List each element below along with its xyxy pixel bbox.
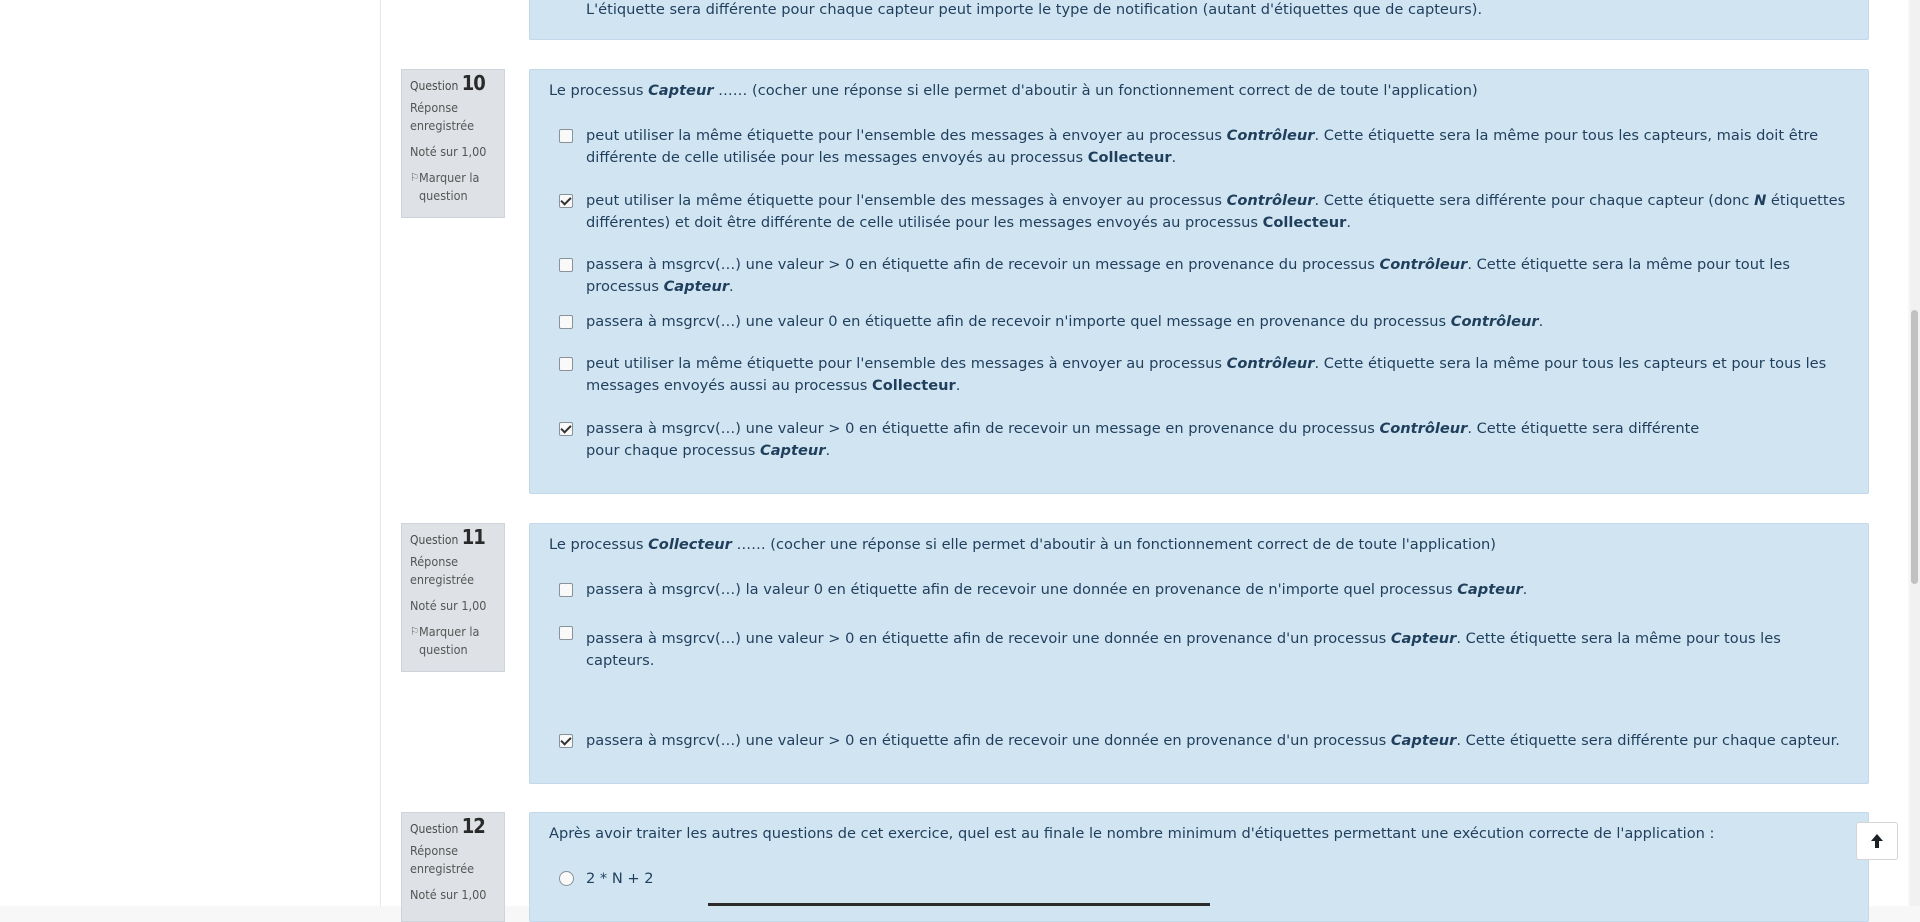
option-label: peut utiliser la même étiquette pour l'e… xyxy=(586,355,1827,394)
question-state: Réponse enregistrée xyxy=(410,100,475,133)
question-10-formulation: Le processus Capteur …… (cocher une répo… xyxy=(529,69,1869,494)
checkbox[interactable] xyxy=(559,626,573,640)
question-grade: Noté sur 1,00 xyxy=(410,887,487,902)
question-grade: Noté sur 1,00 xyxy=(410,144,487,159)
flag-question-link[interactable]: ⚐ Marquer la question xyxy=(410,623,497,659)
option-label: passera à msgrcv(…) une valeur > 0 en ét… xyxy=(586,256,1790,295)
back-to-top-button[interactable] xyxy=(1856,822,1898,860)
checkbox[interactable] xyxy=(559,357,573,371)
option-label: peut utiliser la même étiquette pour l'e… xyxy=(586,127,1819,166)
checkbox[interactable] xyxy=(559,583,573,597)
question-number: Question 11 xyxy=(410,525,486,549)
option-label: passera à msgrcv(…) une valeur > 0 en ét… xyxy=(586,420,1700,459)
checkbox[interactable] xyxy=(559,258,573,272)
arrow-up-icon xyxy=(1871,834,1883,848)
radio-button[interactable] xyxy=(559,871,574,886)
question-11-info: Question 11 Réponse enregistrée Noté sur… xyxy=(401,523,505,672)
question-state: Réponse enregistrée xyxy=(410,843,475,876)
option-label: passera à msgrcv(…) la valeur 0 en étiqu… xyxy=(586,581,1528,598)
question-text: Le processus Capteur …… (cocher une répo… xyxy=(549,82,1478,99)
option-label: passera à msgrcv(…) une valeur > 0 en ét… xyxy=(586,732,1840,749)
question-11-formulation: Le processus Collecteur …… (cocher une r… xyxy=(529,523,1869,784)
option-label: L'étiquette sera différente pour chaque … xyxy=(586,1,1483,18)
scrollbar-thumb[interactable] xyxy=(1911,310,1918,584)
flag-question-link[interactable]: ⚐ Marquer la question xyxy=(410,169,497,205)
flag-icon: ⚐ xyxy=(410,625,419,638)
question-number: Question 10 xyxy=(410,71,486,95)
checkbox[interactable] xyxy=(559,129,573,143)
question-state: Réponse enregistrée xyxy=(410,554,475,587)
option-label: 2 * N + 2 xyxy=(586,870,654,887)
flag-icon: ⚐ xyxy=(410,171,419,184)
question-text: Après avoir traiter les autres questions… xyxy=(549,825,1715,842)
checkbox[interactable] xyxy=(559,315,573,329)
checkbox-checked[interactable] xyxy=(559,734,573,748)
question-number: Question 12 xyxy=(410,814,486,838)
checkbox-checked[interactable] xyxy=(559,194,573,208)
question-text: Le processus Collecteur …… (cocher une r… xyxy=(549,536,1496,553)
option-label: peut utiliser la même étiquette pour l'e… xyxy=(586,192,1846,231)
question-10-info: Question 10 Réponse enregistrée Noté sur… xyxy=(401,69,505,218)
question-9-formulation: L'étiquette sera différente pour chaque … xyxy=(529,0,1869,40)
checkbox-checked[interactable] xyxy=(559,422,573,436)
question-grade: Noté sur 1,00 xyxy=(410,598,487,613)
option-label: passera à msgrcv(…) une valeur > 0 en ét… xyxy=(586,630,1781,669)
left-drawer-panel xyxy=(0,0,381,906)
option-label: passera à msgrcv(…) une valeur 0 en étiq… xyxy=(586,313,1544,330)
